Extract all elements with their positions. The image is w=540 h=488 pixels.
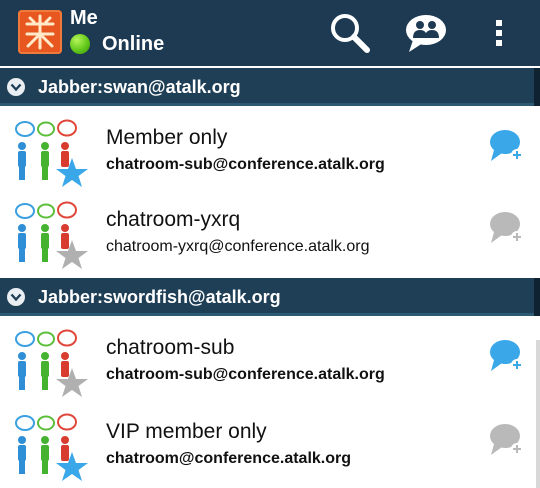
chatroom-row[interactable]: VIP member only chatroom@conference.atal… xyxy=(0,402,540,484)
chat-bubble-icon[interactable] xyxy=(488,422,524,458)
chatroom-jid: chatroom-yxrq@conference.atalk.org xyxy=(106,238,370,255)
collapse-icon[interactable] xyxy=(7,78,25,96)
chatroom-jid: chatroom-sub@conference.atalk.org xyxy=(106,366,385,383)
chatroom-icon xyxy=(15,119,88,187)
chat-bubble-icon[interactable] xyxy=(488,338,524,374)
overflow-menu-icon xyxy=(496,20,502,46)
overflow-menu-button[interactable] xyxy=(476,10,522,56)
chatroom-name: chatroom-sub xyxy=(106,336,235,359)
chatroom-icon xyxy=(15,201,88,269)
online-status-icon xyxy=(70,34,90,54)
header-edge xyxy=(534,278,540,316)
action-bar: Me Online xyxy=(0,0,540,66)
app-logo-icon[interactable] xyxy=(18,10,62,54)
search-icon xyxy=(331,14,370,53)
chatroom-row[interactable]: chatroom-sub chatroom-sub@conference.ata… xyxy=(0,318,540,400)
account-group-header[interactable]: Jabber:swan@atalk.org xyxy=(0,68,540,106)
chatroom-icon xyxy=(15,329,88,397)
scrollbar[interactable] xyxy=(536,340,540,488)
presence-status[interactable]: Online xyxy=(102,33,164,56)
header-edge xyxy=(534,68,540,106)
chatroom-row[interactable]: chatroom-yxrq chatroom-yxrq@conference.a… xyxy=(0,190,540,272)
chat-bubble-icon[interactable] xyxy=(488,128,524,164)
search-button[interactable] xyxy=(327,10,373,56)
chatroom-name: chatroom-yxrq xyxy=(106,208,241,231)
chat-rooms-button[interactable] xyxy=(403,10,449,56)
group-label: Jabber:swan@atalk.org xyxy=(38,77,241,97)
chat-rooms-icon xyxy=(406,15,446,52)
account-group-header[interactable]: Jabber:swordfish@atalk.org xyxy=(0,278,540,316)
account-name: Me xyxy=(70,7,98,29)
chatroom-name: Member only xyxy=(106,126,228,149)
chatroom-icon xyxy=(15,413,88,481)
collapse-icon[interactable] xyxy=(7,288,25,306)
chatroom-row[interactable]: Member only chatroom-sub@conference.atal… xyxy=(0,108,540,190)
chat-bubble-icon[interactable] xyxy=(488,210,524,246)
chatroom-jid: chatroom-sub@conference.atalk.org xyxy=(106,156,385,173)
chatroom-name: VIP member only xyxy=(106,420,267,443)
chatroom-jid: chatroom@conference.atalk.org xyxy=(106,450,351,467)
group-label: Jabber:swordfish@atalk.org xyxy=(38,287,281,307)
